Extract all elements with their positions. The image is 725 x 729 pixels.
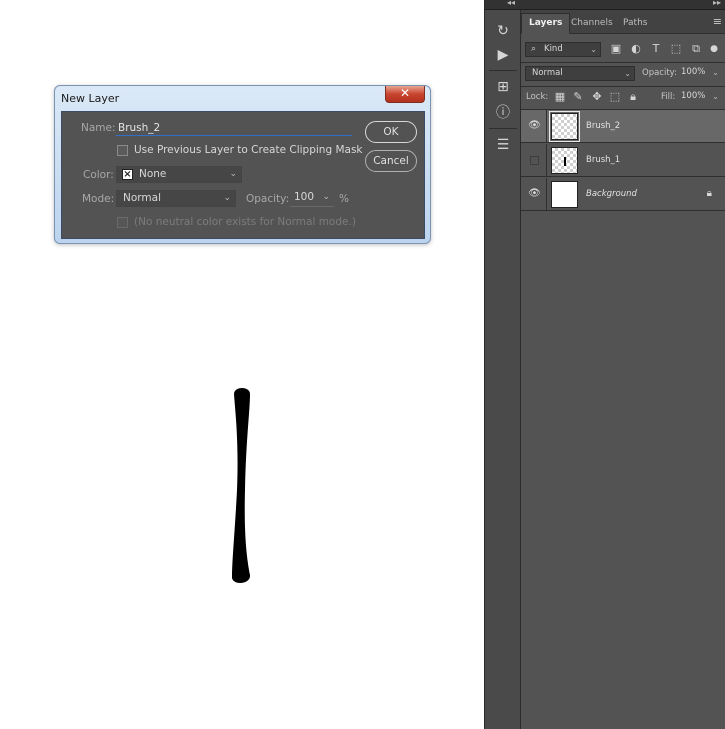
- layers-panel: Layers Channels Paths ≡ ⌕ Kind ⌄ ▣ ◐ T ⬚…: [521, 10, 725, 729]
- info-icon[interactable]: ⓘ: [491, 102, 515, 124]
- dialog-title: New Layer: [61, 92, 120, 105]
- lock-position-icon[interactable]: ✥: [590, 90, 604, 104]
- lock-icon: 🔒︎: [706, 188, 712, 199]
- smart-object-filter-icon[interactable]: ⧉: [689, 42, 703, 56]
- layer-thumbnail: [549, 111, 580, 142]
- lock-artboard-icon[interactable]: ⬚: [608, 90, 622, 104]
- fill-label: Fill:: [661, 92, 676, 102]
- opacity-field[interactable]: 100% ⌄: [679, 66, 722, 81]
- opacity-label: Opacity:: [246, 193, 290, 205]
- opacity-unit: %: [339, 193, 349, 205]
- chevron-down-icon: ⌄: [624, 69, 631, 78]
- panel-menu-icon[interactable]: ≡: [713, 15, 722, 28]
- dialog-body: Name: OK Cancel Use Previous Layer to Cr…: [61, 111, 425, 239]
- kind-filter-select[interactable]: ⌕ Kind ⌄: [525, 42, 601, 57]
- clipping-mask-checkbox[interactable]: [117, 145, 128, 156]
- lock-label: Lock:: [526, 92, 549, 102]
- fill-field[interactable]: 100% ⌄: [679, 90, 722, 105]
- blend-mode-select[interactable]: Normal ⌄: [525, 66, 635, 81]
- close-button[interactable]: ✕: [385, 86, 425, 103]
- type-filter-icon[interactable]: T: [649, 42, 663, 56]
- expand-icon[interactable]: ▸▸: [713, 0, 721, 7]
- kind-label: Kind: [544, 44, 563, 54]
- play-actions-icon[interactable]: ▶: [491, 44, 515, 66]
- stroke-preview: [564, 157, 566, 166]
- brush-stroke: [232, 388, 251, 584]
- layer-name: Brush_1: [586, 155, 621, 165]
- layer-thumbnail: [551, 181, 578, 208]
- mode-select[interactable]: Normal ⌄: [116, 190, 236, 207]
- layer-row-brush-2[interactable]: 👁︎ Brush_2: [521, 110, 725, 143]
- shape-filter-icon[interactable]: ⬚: [669, 42, 683, 56]
- color-label: Color:: [83, 169, 114, 181]
- layer-row-background[interactable]: 👁︎ Background 🔒︎: [521, 178, 725, 211]
- lock-row: Lock: ▦ ✎ ✥ ⬚ 🔒︎ Fill: 100% ⌄: [521, 90, 725, 106]
- chevron-down-icon: ⌄: [229, 169, 237, 179]
- panel-tabs: Layers Channels Paths ≡: [521, 10, 725, 34]
- layer-row-brush-1[interactable]: Brush_1: [521, 144, 725, 177]
- opacity-label: Opacity:: [642, 68, 677, 78]
- toolstrip-divider: [489, 128, 517, 129]
- chevron-down-icon: ⌄: [590, 45, 597, 54]
- chevron-down-icon: ⌄: [322, 192, 330, 202]
- name-input[interactable]: [116, 120, 352, 136]
- chevron-down-icon: ⌄: [223, 193, 231, 203]
- tab-channels[interactable]: Channels: [563, 13, 621, 34]
- mode-value: Normal: [123, 192, 161, 204]
- history-icon[interactable]: ↻: [491, 20, 515, 42]
- blend-row: Normal ⌄ Opacity: 100% ⌄: [521, 66, 725, 82]
- visibility-off-box[interactable]: [530, 156, 539, 165]
- layer-thumbnail: [551, 147, 578, 174]
- color-select[interactable]: × None ⌄: [116, 166, 242, 183]
- visibility-column: 👁︎: [521, 110, 547, 143]
- filter-toggle-icon[interactable]: ●: [707, 42, 721, 56]
- adjustments-icon[interactable]: ⊞: [491, 76, 515, 98]
- eye-icon[interactable]: 👁︎: [528, 121, 541, 131]
- adjustment-filter-icon[interactable]: ◐: [629, 42, 643, 56]
- none-color-icon: ×: [122, 169, 133, 180]
- lock-image-icon[interactable]: ✎: [571, 90, 585, 104]
- visibility-column: [521, 144, 547, 177]
- toolstrip-divider: [489, 70, 517, 71]
- lock-transparent-icon[interactable]: ▦: [553, 90, 567, 104]
- chevron-down-icon: ⌄: [712, 92, 719, 101]
- search-icon: ⌕: [531, 44, 537, 54]
- dock-top-bar: ◂◂ ▸▸: [485, 0, 725, 10]
- fill-value: 100%: [681, 91, 706, 101]
- neutral-color-checkbox: [117, 217, 128, 228]
- layer-name: Brush_2: [586, 121, 621, 131]
- new-layer-dialog: New Layer ✕ Name: OK Cancel Use Previous…: [54, 85, 431, 244]
- name-label: Name:: [81, 122, 116, 134]
- lock-all-icon[interactable]: 🔒︎: [626, 90, 640, 104]
- neutral-color-label: (No neutral color exists for Normal mode…: [134, 216, 356, 228]
- panel-dock: ◂◂ ▸▸ ↻ ▶ ⊞ ⓘ ☰ Layers Channels Paths ≡ …: [484, 0, 725, 729]
- opacity-value: 100: [294, 191, 315, 203]
- ok-button[interactable]: OK: [365, 121, 417, 143]
- visibility-column: 👁︎: [521, 178, 547, 211]
- tab-paths[interactable]: Paths: [615, 13, 655, 34]
- layer-name: Background: [586, 189, 637, 199]
- pixel-filter-icon[interactable]: ▣: [609, 42, 623, 56]
- clone-source-icon[interactable]: ☰: [491, 134, 515, 156]
- color-value: None: [139, 168, 167, 180]
- collapse-icon[interactable]: ◂◂: [507, 0, 515, 7]
- panel-toolstrip: ↻ ▶ ⊞ ⓘ ☰: [485, 10, 521, 729]
- separator: [521, 86, 725, 87]
- opacity-field[interactable]: 100 ⌄: [290, 190, 334, 207]
- cancel-button[interactable]: Cancel: [365, 150, 417, 172]
- eye-icon[interactable]: 👁︎: [528, 189, 541, 199]
- clipping-mask-label: Use Previous Layer to Create Clipping Ma…: [134, 144, 363, 156]
- filter-row: ⌕ Kind ⌄ ▣ ◐ T ⬚ ⧉ ●: [521, 42, 725, 58]
- separator: [521, 62, 725, 63]
- mode-label: Mode:: [82, 193, 115, 205]
- opacity-value: 100%: [681, 67, 706, 77]
- chevron-down-icon: ⌄: [712, 68, 719, 77]
- blend-mode-value: Normal: [532, 68, 563, 78]
